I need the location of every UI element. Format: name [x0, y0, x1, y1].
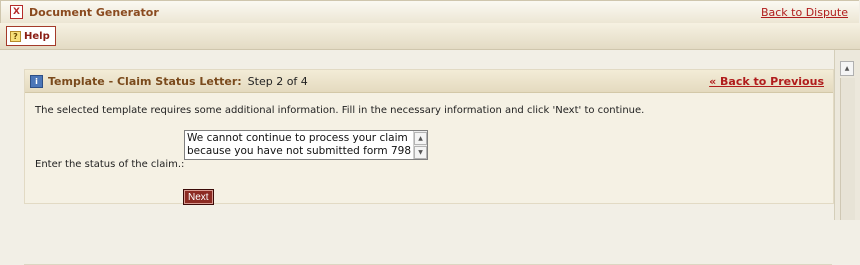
next-button[interactable]: Next: [183, 189, 214, 205]
app-title: Document Generator: [29, 5, 159, 19]
page-scrollbar[interactable]: ▲: [834, 50, 860, 220]
claim-status-textarea[interactable]: We cannot continue to process your claim…: [187, 132, 411, 158]
claim-status-field-wrapper: We cannot continue to process your claim…: [184, 130, 428, 160]
claim-status-label: Enter the status of the claim.:: [35, 159, 185, 170]
content-area: i Template - Claim Status Letter: Step 2…: [0, 50, 834, 265]
toolbar: ? Help: [0, 23, 860, 50]
panel-header: i Template - Claim Status Letter: Step 2…: [25, 70, 833, 93]
document-generator-icon: X: [10, 5, 23, 19]
help-icon: ?: [10, 30, 21, 42]
help-button[interactable]: ? Help: [6, 26, 56, 46]
panel-title: Template - Claim Status Letter:: [48, 74, 242, 88]
scroll-down-arrow-icon[interactable]: ▼: [414, 146, 427, 159]
instructions-text: The selected template requires some addi…: [35, 105, 645, 116]
template-panel: i Template - Claim Status Letter: Step 2…: [24, 69, 834, 205]
textarea-scrollbar[interactable]: ▲ ▼: [413, 131, 427, 159]
back-to-previous-link[interactable]: « Back to Previous: [709, 75, 824, 88]
page-scroll-track[interactable]: [840, 78, 855, 220]
window-titlebar: X Document Generator Back to Dispute: [0, 0, 859, 24]
page-scroll-up-arrow-icon[interactable]: ▲: [840, 61, 854, 76]
help-label: Help: [24, 30, 50, 42]
step-indicator: Step 2 of 4: [247, 74, 308, 88]
info-icon: i: [30, 74, 43, 88]
back-to-dispute-link[interactable]: Back to Dispute: [761, 6, 848, 19]
scroll-up-arrow-icon[interactable]: ▲: [414, 132, 427, 145]
